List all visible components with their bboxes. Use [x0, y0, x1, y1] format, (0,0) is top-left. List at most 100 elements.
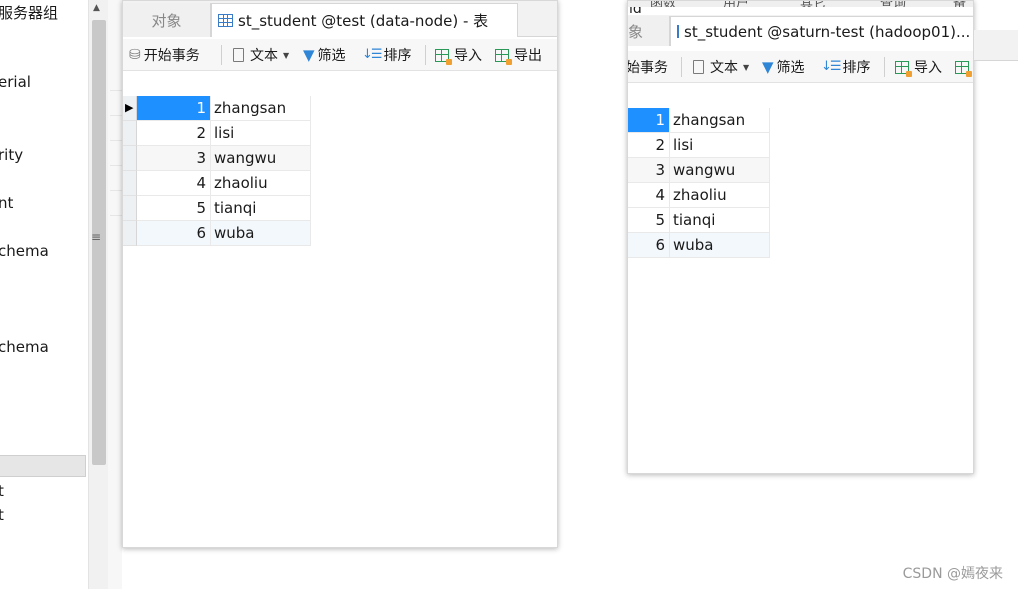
cell-stu-name[interactable]: zhaoliu: [670, 183, 770, 208]
tab-bar: 对象 st_student @test (data-node) - 表: [123, 1, 557, 37]
filter-icon: ▼: [762, 58, 774, 76]
table-icon: [677, 25, 679, 38]
cell-stu-name[interactable]: zhangsan: [211, 96, 311, 121]
cell-stu-name[interactable]: tianqi: [211, 196, 311, 221]
begin-transaction-button[interactable]: 始事务: [628, 51, 668, 83]
cell-stu-name[interactable]: wangwu: [211, 146, 311, 171]
tab-st-student-data-node[interactable]: st_student @test (data-node) - 表: [211, 3, 518, 37]
cell-id[interactable]: 3: [628, 158, 670, 183]
tab-bar: 象 st_student @saturn-test (hadoop01)...: [628, 15, 973, 46]
document-icon: [693, 60, 704, 74]
chevron-down-icon[interactable]: ▼: [743, 63, 749, 72]
cell-stu-name[interactable]: wuba: [211, 221, 311, 246]
sort-button[interactable]: ↓☰ 排序: [821, 51, 871, 83]
table-icon: [218, 14, 233, 27]
menu-cut-text: 函数: [650, 1, 676, 7]
cell-stu-id[interactable]: 2: [137, 121, 211, 146]
import-button[interactable]: 导入: [435, 39, 482, 71]
export-icon: [955, 60, 972, 77]
row-indicator-current[interactable]: [123, 96, 137, 121]
nav-selected-row[interactable]: [0, 455, 86, 477]
tab-st-student-saturn-test[interactable]: st_student @saturn-test (hadoop01)...: [670, 16, 973, 46]
nav-item-schema[interactable]: chema: [0, 242, 49, 260]
cell-stu-id[interactable]: 1: [137, 96, 211, 121]
filter-icon: ▼: [303, 46, 315, 64]
menu-cut-text: 其它: [800, 1, 826, 7]
export-label: 导出: [514, 48, 542, 64]
text-label: 文本: [250, 48, 278, 64]
export-button[interactable]: 导出: [495, 39, 542, 71]
screen: 服务器组 erial rity nt chema chema t t ▲ ≡ 对…: [0, 0, 1018, 589]
sort-label: 排序: [842, 60, 871, 76]
filter-label: 筛选: [776, 60, 805, 76]
splitter[interactable]: [108, 0, 122, 589]
table-window-data-node: 对象 st_student @test (data-node) - 表 ⛁ 开始…: [122, 0, 558, 548]
row-indicator[interactable]: [123, 146, 137, 171]
background-row-lines: [110, 90, 122, 240]
cell-id[interactable]: 6: [628, 233, 670, 258]
cell-stu-id[interactable]: 6: [137, 221, 211, 246]
cell-stu-name[interactable]: zhangsan: [670, 108, 770, 133]
scroll-up-arrow-icon[interactable]: ▲: [93, 3, 100, 13]
cell-stu-name[interactable]: wangwu: [670, 158, 770, 183]
cell-id[interactable]: 4: [628, 183, 670, 208]
export-button[interactable]: [955, 51, 973, 83]
tab-objects[interactable]: 对象: [123, 3, 211, 37]
nav-item-server-group[interactable]: 服务器组: [0, 2, 58, 23]
watermark: CSDN @嫣夜来: [902, 566, 1003, 582]
row-indicator[interactable]: [123, 171, 137, 196]
cell-id[interactable]: 1: [628, 108, 670, 133]
text-label: 文本: [710, 60, 738, 76]
row-indicator[interactable]: [123, 196, 137, 221]
cell-id[interactable]: 2: [628, 133, 670, 158]
toolbar-separator: [425, 45, 426, 65]
navigator-scrollbar[interactable]: ▲: [88, 0, 108, 589]
sort-button[interactable]: ↓☰ 排序: [362, 39, 412, 71]
splitter-grip-icon[interactable]: ≡: [91, 231, 101, 243]
nav-item-t[interactable]: t: [0, 482, 4, 500]
filter-label: 筛选: [317, 48, 346, 64]
row-indicator[interactable]: [123, 221, 137, 246]
cell-stu-name[interactable]: wuba: [670, 233, 770, 258]
begin-transaction-button[interactable]: ⛁ 开始事务: [129, 39, 200, 71]
import-label: 导入: [454, 48, 482, 64]
cell-stu-name[interactable]: tianqi: [670, 208, 770, 233]
cell-stu-name[interactable]: lisi: [670, 133, 770, 158]
nav-item-serial[interactable]: erial: [0, 73, 31, 91]
toolbar: ⛁ 开始事务 文本 ▼ ▼ 筛选 ↓☰ 排序 导入 导出: [123, 39, 557, 71]
text-view-button[interactable]: 文本 ▼: [233, 39, 289, 71]
toolbar-separator: [884, 57, 885, 77]
document-icon: [233, 48, 244, 62]
cell-stu-id[interactable]: 4: [137, 171, 211, 196]
nav-item-security[interactable]: rity: [0, 146, 23, 164]
background-tabbar: [974, 30, 1018, 61]
import-icon: [435, 48, 452, 65]
nav-item-schema-2[interactable]: chema: [0, 338, 49, 356]
tab-objects[interactable]: 象: [628, 16, 670, 46]
begin-transaction-label: 开始事务: [143, 48, 200, 64]
background-menu-strip: 函数 用户 其它 查询 备份: [628, 1, 973, 7]
import-button[interactable]: 导入: [895, 51, 942, 83]
sort-label: 排序: [383, 48, 412, 64]
import-label: 导入: [914, 60, 942, 76]
import-icon: [895, 60, 912, 77]
toolbar: 始事务 文本 ▼ ▼ 筛选 ↓☰ 排序 导入: [628, 51, 973, 83]
cell-stu-id[interactable]: 5: [137, 196, 211, 221]
cell-stu-name[interactable]: lisi: [211, 121, 311, 146]
tab-title: st_student @test (data-node) - 表: [238, 12, 489, 30]
cell-stu-id[interactable]: 3: [137, 146, 211, 171]
chevron-down-icon[interactable]: ▼: [283, 51, 289, 60]
database-icon: ⛁: [129, 47, 141, 63]
object-navigator: 服务器组 erial rity nt chema chema t t: [0, 0, 88, 589]
nav-item-nt[interactable]: nt: [0, 194, 13, 212]
tab-title: st_student @saturn-test (hadoop01)...: [684, 22, 971, 41]
toolbar-separator: [221, 45, 222, 65]
cell-id[interactable]: 5: [628, 208, 670, 233]
row-indicator[interactable]: [123, 121, 137, 146]
filter-button[interactable]: ▼ 筛选: [303, 39, 346, 71]
filter-button[interactable]: ▼ 筛选: [762, 51, 805, 83]
menu-cut-text: 备份: [953, 1, 973, 7]
cell-stu-name[interactable]: zhaoliu: [211, 171, 311, 196]
text-view-button[interactable]: 文本 ▼: [693, 51, 749, 83]
nav-item-t-2[interactable]: t: [0, 506, 4, 524]
